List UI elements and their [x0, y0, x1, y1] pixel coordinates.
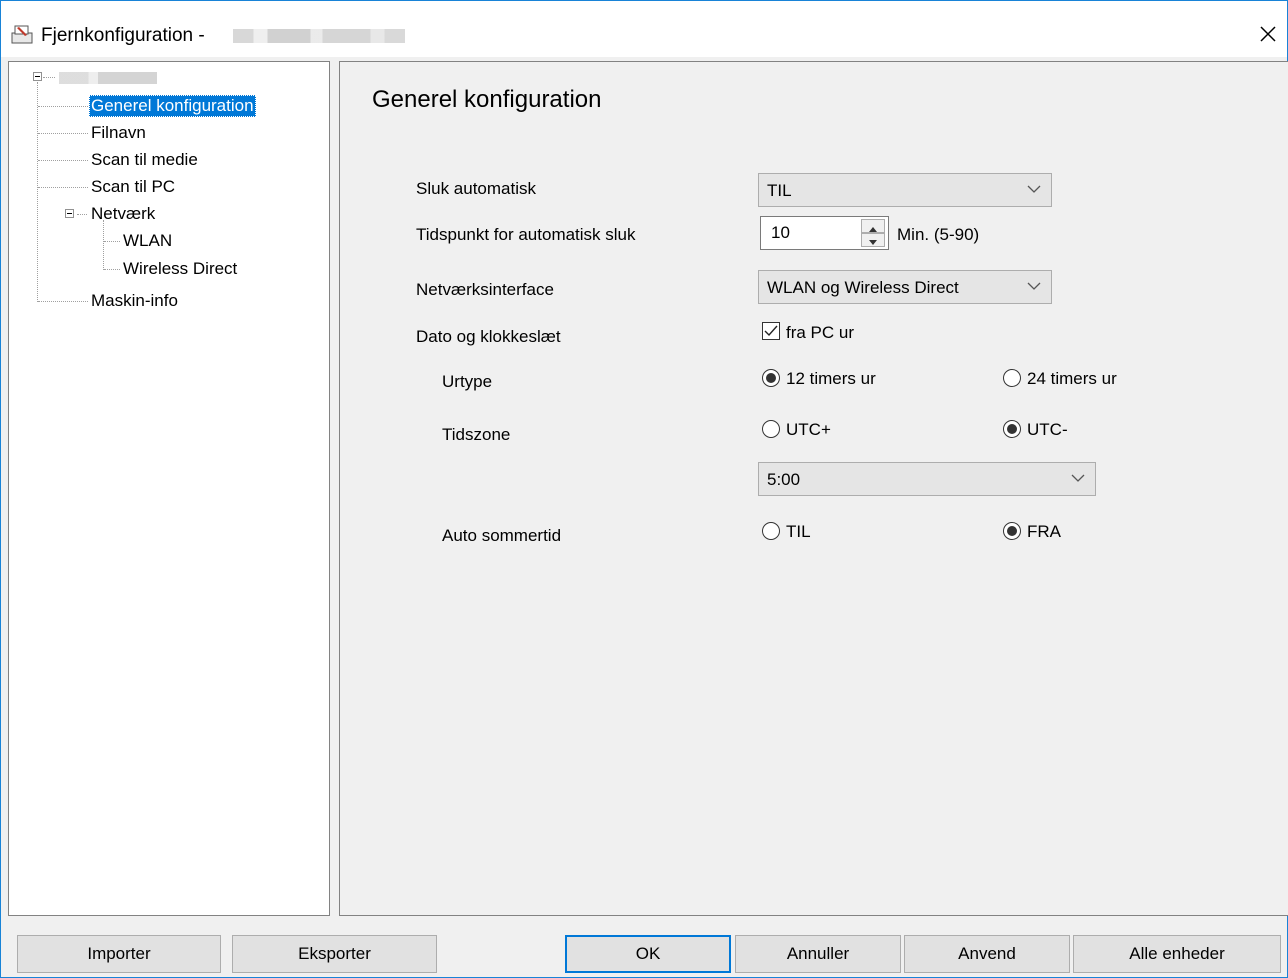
tree-line	[38, 187, 88, 188]
dst-label: Auto sommertid	[442, 526, 562, 545]
tree-item-general[interactable]: Generel konfiguration	[89, 95, 256, 117]
network-interface-label: Netværksinterface	[416, 280, 554, 299]
auto-off-time-unit: Min. (5-90)	[897, 225, 980, 244]
tree-root-device[interactable]	[59, 72, 157, 84]
tree-item-wireless-direct[interactable]: Wireless Direct	[123, 258, 237, 280]
chevron-down-icon	[1027, 185, 1041, 193]
tree-line	[38, 133, 88, 134]
network-interface-select[interactable]: WLAN og Wireless Direct	[758, 270, 1052, 304]
auto-off-select[interactable]: TIL	[758, 173, 1052, 207]
chevron-down-icon	[1071, 474, 1085, 482]
clock-24h-label: 24 timers ur	[1027, 369, 1117, 388]
tree-item-machine-info[interactable]: Maskin-info	[91, 290, 178, 312]
timezone-offset-value: 5:00	[767, 470, 801, 489]
tree-line	[38, 301, 88, 302]
arrow-down-icon	[869, 240, 877, 245]
from-pc-clock-label: fra PC ur	[786, 323, 855, 342]
all-devices-button[interactable]: Alle enheder	[1073, 935, 1281, 973]
tree-item-filename[interactable]: Filnavn	[91, 122, 146, 144]
tree-line	[37, 82, 38, 302]
tree-line	[104, 269, 120, 270]
network-interface-value: WLAN og Wireless Direct	[767, 278, 959, 297]
ok-button[interactable]: OK	[565, 935, 731, 973]
title-bar: Fjernkonfiguration -	[1, 1, 1287, 57]
export-button[interactable]: Eksporter	[232, 935, 437, 973]
utc-plus-radio[interactable]	[762, 420, 780, 438]
spin-down-button[interactable]	[861, 233, 885, 247]
tree-item-wlan[interactable]: WLAN	[123, 230, 172, 252]
close-icon[interactable]	[1253, 19, 1283, 49]
tree-line	[38, 106, 88, 107]
clock-12h-radio[interactable]	[762, 369, 780, 387]
cancel-button[interactable]: Annuller	[735, 935, 901, 973]
device-name-redacted	[233, 29, 405, 43]
utc-plus-label: UTC+	[786, 420, 831, 439]
apply-button[interactable]: Anvend	[904, 935, 1070, 973]
settings-tree: Generel konfiguration Filnavn Scan til m…	[8, 61, 330, 916]
tree-line	[77, 214, 87, 215]
tree-line	[38, 160, 88, 161]
date-time-label: Dato og klokkeslæt	[416, 327, 561, 346]
auto-off-time-value: 10	[771, 223, 790, 242]
from-pc-clock-checkbox[interactable]	[762, 322, 780, 340]
page-title: Generel konfiguration	[372, 86, 602, 113]
auto-off-time-stepper[interactable]: 10	[760, 216, 889, 250]
dst-on-label: TIL	[786, 522, 811, 541]
auto-off-value: TIL	[767, 181, 792, 200]
tree-collapse-icon[interactable]	[33, 72, 42, 81]
chevron-down-icon	[1027, 282, 1041, 290]
timezone-offset-select[interactable]: 5:00	[758, 462, 1096, 496]
checkmark-icon	[764, 325, 778, 337]
tree-line	[103, 220, 104, 270]
tree-item-scan-to-pc[interactable]: Scan til PC	[91, 176, 175, 198]
tree-line	[104, 241, 120, 242]
tree-item-network[interactable]: Netværk	[91, 203, 155, 225]
auto-off-time-label: Tidspunkt for automatisk sluk	[416, 225, 636, 244]
utc-minus-label: UTC-	[1027, 420, 1068, 439]
clock-24h-radio[interactable]	[1003, 369, 1021, 387]
import-button[interactable]: Importer	[17, 935, 221, 973]
utc-minus-radio[interactable]	[1003, 420, 1021, 438]
tree-collapse-icon[interactable]	[65, 209, 74, 218]
dst-off-label: FRA	[1027, 522, 1061, 541]
dst-on-radio[interactable]	[762, 522, 780, 540]
timezone-label: Tidszone	[442, 425, 511, 444]
auto-off-label: Sluk automatisk	[416, 179, 536, 198]
app-icon	[11, 25, 33, 44]
clock-12h-label: 12 timers ur	[786, 369, 876, 388]
window-title: Fjernkonfiguration -	[41, 25, 205, 46]
clock-type-label: Urtype	[442, 372, 493, 391]
settings-panel: Generel konfiguration Sluk automatisk TI…	[339, 61, 1288, 916]
tree-item-scan-to-media[interactable]: Scan til medie	[91, 149, 198, 171]
dst-off-radio[interactable]	[1003, 522, 1021, 540]
spin-up-button[interactable]	[861, 219, 885, 233]
remote-setup-window: Fjernkonfiguration - Generel konfigurati…	[0, 0, 1288, 978]
tree-line	[43, 77, 55, 78]
